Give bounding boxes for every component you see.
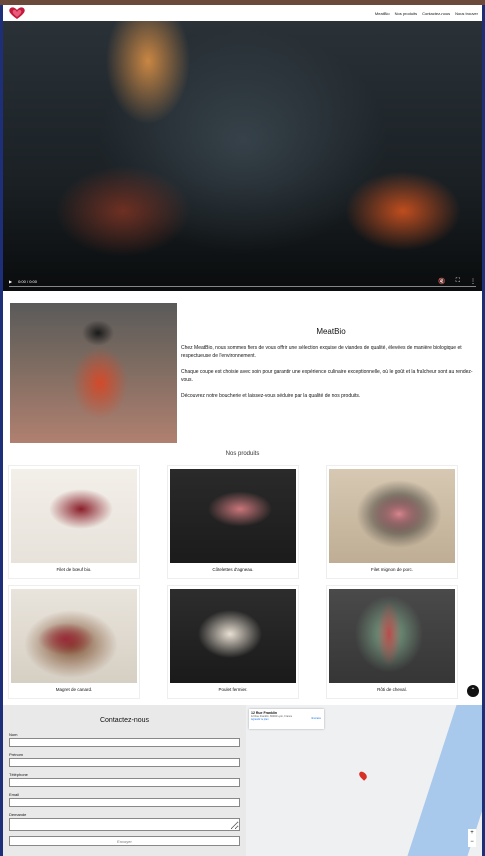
product-image-lamb bbox=[170, 469, 296, 563]
site-header: MeatBio Nos produits Contactez-nous Nous… bbox=[3, 5, 482, 21]
product-card[interactable]: Côtelettes d'agneau. bbox=[167, 465, 299, 579]
mute-icon[interactable]: 🔇 bbox=[438, 278, 445, 285]
map-zoom-controls[interactable]: + − bbox=[468, 829, 476, 847]
products-title: Nos produits bbox=[225, 451, 260, 457]
product-image-chicken bbox=[170, 589, 296, 683]
nav-link-meatbio[interactable]: MeatBio bbox=[375, 11, 390, 16]
main-nav: MeatBio Nos produits Contactez-nous Nous… bbox=[375, 11, 478, 16]
product-caption: Rôti de cheval. bbox=[377, 687, 407, 692]
product-image-beef bbox=[11, 469, 137, 563]
map-embed[interactable]: 12 Rue Franklin 12 Rue Franklin, 69002 L… bbox=[246, 705, 482, 856]
product-card[interactable]: Poulet fermier. bbox=[167, 585, 299, 699]
product-card[interactable]: Magret de canard. bbox=[8, 585, 140, 699]
product-caption: Poulet fermier. bbox=[218, 687, 248, 692]
video-time: 0:00 / 0:00 bbox=[18, 278, 37, 284]
scroll-to-top-button[interactable]: ⌃ bbox=[467, 685, 479, 697]
name-input[interactable] bbox=[9, 738, 240, 747]
product-caption: Filet de bœuf bio. bbox=[56, 567, 92, 572]
submit-button[interactable]: Envoyer bbox=[9, 836, 240, 846]
about-paragraph: Chaque coupe est choisie avec soin pour … bbox=[181, 369, 473, 383]
butcher-photo bbox=[10, 303, 177, 443]
firstname-input[interactable] bbox=[9, 758, 240, 767]
video-frame bbox=[3, 21, 482, 291]
product-image-duck bbox=[11, 589, 137, 683]
more-options-icon[interactable]: ⋮ bbox=[470, 278, 476, 285]
product-caption: Filet mignon de porc. bbox=[370, 567, 414, 572]
map-pin-icon[interactable] bbox=[357, 770, 369, 781]
product-card[interactable]: Filet mignon de porc. bbox=[326, 465, 458, 579]
field-label: Prénom bbox=[9, 752, 24, 757]
map-directions-link[interactable]: Itinéraire bbox=[311, 717, 321, 720]
field-label: Nom bbox=[9, 732, 18, 737]
product-card[interactable]: Filet de bœuf bio. bbox=[8, 465, 140, 579]
about-title: MeatBio bbox=[316, 327, 346, 336]
product-card[interactable]: Rôti de cheval. bbox=[326, 585, 458, 699]
field-label: Téléphone bbox=[9, 772, 28, 777]
email-input[interactable] bbox=[9, 798, 240, 807]
nav-link-contact[interactable]: Contactez-nous bbox=[422, 11, 450, 16]
field-label: Demande bbox=[9, 812, 27, 817]
video-controls: ▶ 0:00 / 0:00 🔇 ⛶ ⋮ bbox=[3, 271, 482, 291]
heart-logo-icon[interactable] bbox=[7, 6, 27, 20]
product-image-pork bbox=[329, 469, 455, 563]
nav-link-products[interactable]: Nos produits bbox=[395, 11, 417, 16]
nav-link-find-us[interactable]: Nous trouver bbox=[455, 11, 478, 16]
product-image-horse bbox=[329, 589, 455, 683]
about-section: MeatBio Chez MeatBio, nous sommes fiers … bbox=[10, 303, 477, 443]
play-icon[interactable]: ▶ bbox=[9, 279, 12, 284]
about-text: MeatBio Chez MeatBio, nous sommes fiers … bbox=[181, 303, 481, 443]
fullscreen-icon[interactable]: ⛶ bbox=[456, 278, 460, 285]
phone-input[interactable] bbox=[9, 778, 240, 787]
contact-form: Contactez-nous Nom Prénom Téléphone Emai… bbox=[3, 705, 246, 856]
field-label: Email bbox=[9, 792, 20, 797]
about-paragraph: Découvrez notre boucherie et laissez-vou… bbox=[181, 393, 361, 399]
about-paragraph: Chez MeatBio, nous sommes fiers de vous … bbox=[181, 345, 462, 359]
product-caption: Côtelettes d'agneau. bbox=[212, 567, 254, 572]
map-place-card: 12 Rue Franklin 12 Rue Franklin, 69002 L… bbox=[249, 709, 324, 729]
contact-title: Contactez-nous bbox=[99, 717, 150, 724]
request-textarea[interactable] bbox=[9, 818, 240, 831]
product-caption: Magret de canard. bbox=[55, 687, 93, 692]
hero-video[interactable]: ▶ 0:00 / 0:00 🔇 ⛶ ⋮ bbox=[3, 21, 482, 291]
